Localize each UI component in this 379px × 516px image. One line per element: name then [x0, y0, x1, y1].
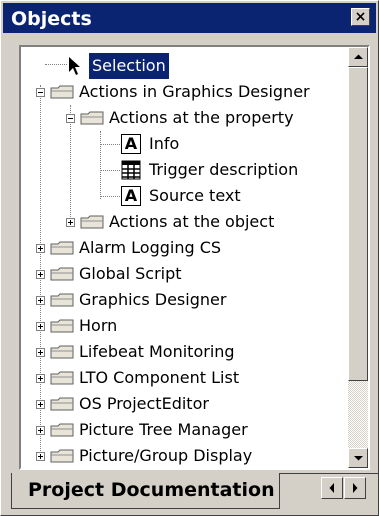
vertical-scrollbar[interactable]: [348, 47, 368, 468]
tree-item-horn[interactable]: Horn: [21, 313, 351, 339]
tree-item-actions-in-graphics-designer[interactable]: Actions in Graphics Designer: [21, 79, 351, 105]
arrow-left-icon: [329, 483, 334, 493]
tree-item-label: Graphics Designer: [79, 290, 227, 309]
text-a-icon: A: [121, 134, 141, 154]
tree-item-label: Actions at the property: [109, 108, 294, 127]
tree-item-label: Picture Tree Manager: [79, 420, 248, 439]
tree-item-picture-group-display[interactable]: Picture/Group Display: [21, 443, 351, 468]
close-button[interactable]: ×: [351, 8, 370, 26]
tree-item-label: Picture/Group Display: [79, 446, 253, 465]
tree-item-trigger-description[interactable]: Trigger description: [21, 157, 351, 183]
folder-icon: [50, 293, 74, 307]
tree-item-label: Actions at the object: [109, 212, 275, 231]
table-icon: [121, 160, 141, 180]
tab-scroll-left-button[interactable]: [321, 477, 343, 499]
collapse-toggle[interactable]: [36, 88, 45, 97]
expand-toggle[interactable]: [36, 400, 45, 409]
expand-toggle[interactable]: [36, 296, 45, 305]
expand-toggle[interactable]: [36, 374, 45, 383]
close-icon: ×: [354, 9, 367, 25]
window-title: Objects: [11, 8, 92, 30]
tree-item-actions-at-the-object[interactable]: Actions at the object: [21, 209, 351, 235]
tab-bar: Project Documentation: [1, 473, 378, 515]
tree-item-label: Alarm Logging CS: [79, 238, 222, 257]
tab-divider: [280, 473, 378, 474]
object-tree[interactable]: Selection Actions in Graphics Designer A…: [19, 45, 370, 470]
expand-toggle[interactable]: [66, 218, 75, 227]
folder-icon: [50, 85, 74, 99]
folder-icon: [50, 267, 74, 281]
tree-item-label: OS ProjectEditor: [79, 394, 209, 413]
folder-icon: [50, 319, 74, 333]
tree-item-info[interactable]: A Info: [21, 131, 351, 157]
tree-item-label: LTO Component List: [79, 368, 240, 387]
expand-toggle[interactable]: [36, 244, 45, 253]
expand-toggle[interactable]: [36, 426, 45, 435]
tree-item-label: Lifebeat Monitoring: [79, 342, 235, 361]
objects-window: Objects × Selection Actions in Graphics …: [0, 0, 379, 516]
tree-item-global-script[interactable]: Global Script: [21, 261, 351, 287]
tree-item-picture-tree-manager[interactable]: Picture Tree Manager: [21, 417, 351, 443]
tree-item-lto-component-list[interactable]: LTO Component List: [21, 365, 351, 391]
expand-toggle[interactable]: [36, 270, 45, 279]
folder-icon: [50, 449, 74, 463]
folder-icon: [50, 371, 74, 385]
tree-item-lifebeat-monitoring[interactable]: Lifebeat Monitoring: [21, 339, 351, 365]
folder-icon: [50, 397, 74, 411]
arrow-down-icon: [353, 456, 363, 461]
tree-item-label: Selection: [89, 53, 169, 79]
folder-icon: [50, 241, 74, 255]
tree-item-alarm-logging-cs[interactable]: Alarm Logging CS: [21, 235, 351, 261]
folder-icon: [80, 215, 104, 229]
scroll-up-button[interactable]: [348, 47, 368, 67]
tree-item-actions-at-the-property[interactable]: Actions at the property: [21, 105, 351, 131]
arrow-right-icon: [353, 483, 358, 493]
tree-item-label: Actions in Graphics Designer: [79, 82, 310, 101]
expand-toggle[interactable]: [36, 452, 45, 461]
arrow-pointer-icon: [69, 57, 80, 75]
scroll-thumb[interactable]: [348, 67, 368, 381]
folder-icon: [80, 111, 104, 125]
expand-toggle[interactable]: [36, 322, 45, 331]
title-bar[interactable]: Objects ×: [3, 3, 376, 33]
expand-toggle[interactable]: [36, 348, 45, 357]
folder-icon: [50, 345, 74, 359]
tree-item-selection[interactable]: Selection: [21, 53, 351, 79]
tree-item-label: Horn: [79, 316, 118, 335]
tree-item-label: Global Script: [79, 264, 182, 283]
tree-item-label: Info: [149, 134, 180, 153]
arrow-up-icon: [353, 54, 363, 59]
collapse-toggle[interactable]: [66, 114, 75, 123]
tree-item-source-text[interactable]: A Source text: [21, 183, 351, 209]
tree-item-label: Trigger description: [149, 160, 299, 179]
tree-item-os-projecteditor[interactable]: OS ProjectEditor: [21, 391, 351, 417]
tab-scroll-right-button[interactable]: [344, 477, 366, 499]
text-a-icon: A: [121, 186, 141, 206]
folder-icon: [50, 423, 74, 437]
tab-project-documentation[interactable]: Project Documentation: [11, 473, 280, 509]
scroll-down-button[interactable]: [348, 448, 368, 468]
tree-item-graphics-designer[interactable]: Graphics Designer: [21, 287, 351, 313]
tree-item-label: Source text: [149, 186, 241, 205]
